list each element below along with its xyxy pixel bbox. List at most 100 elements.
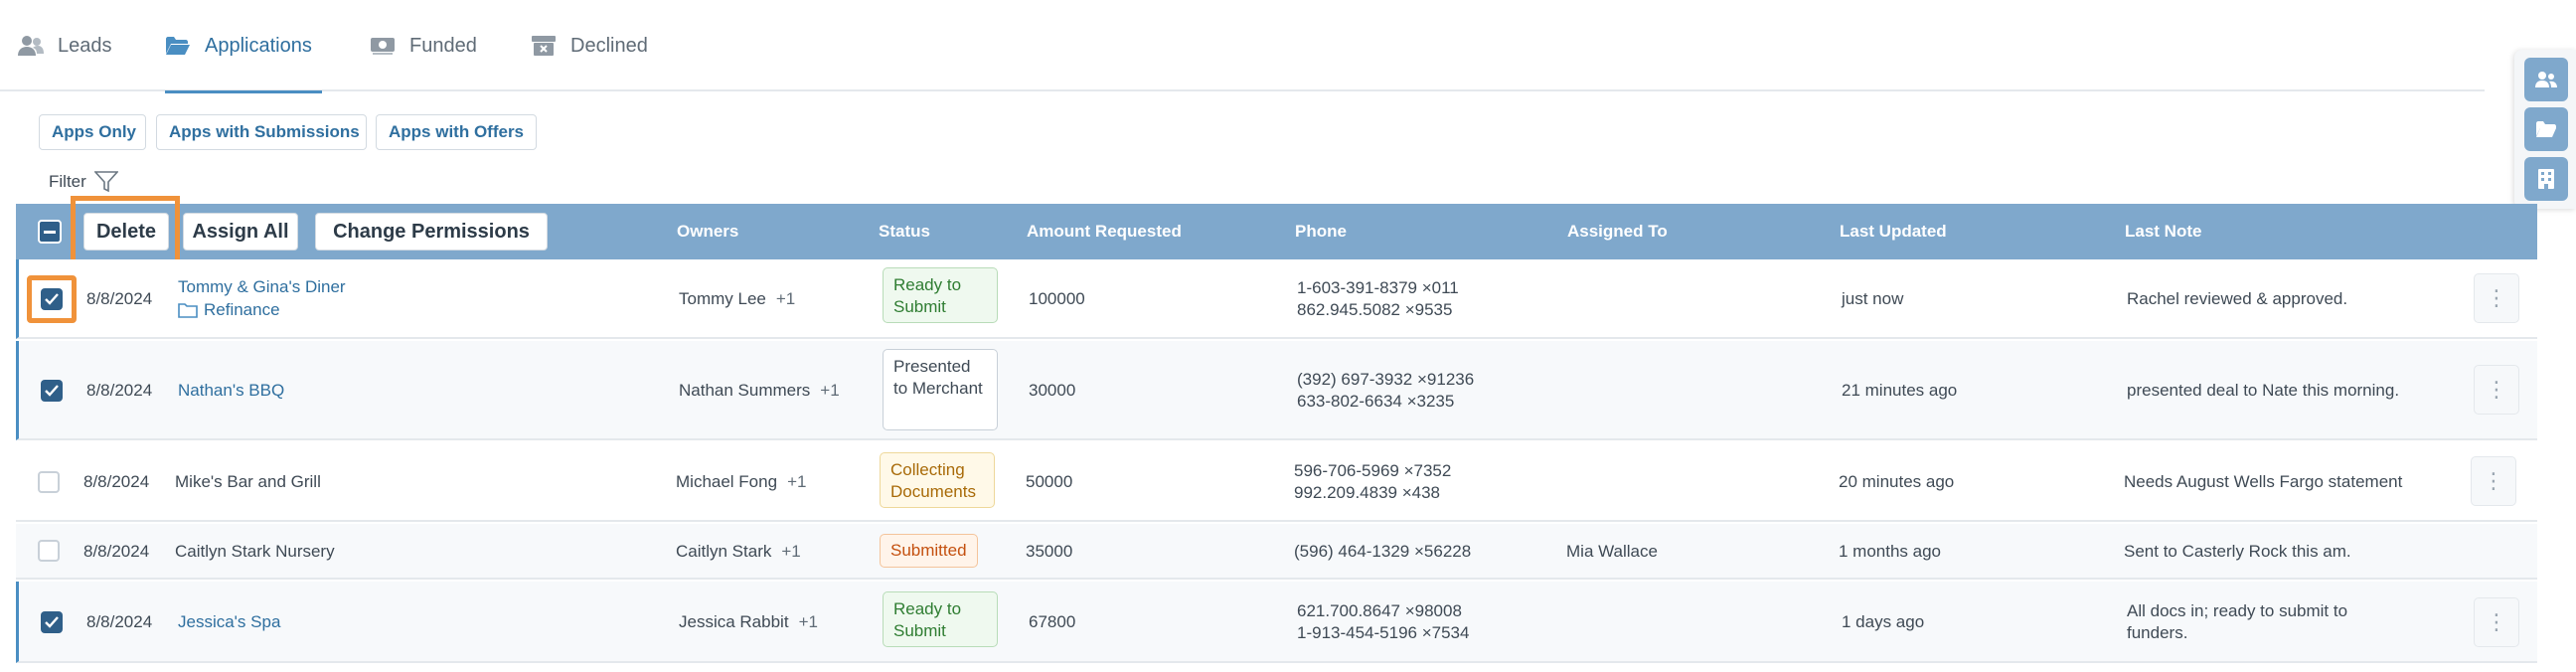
money-icon (371, 38, 395, 55)
row-owner: Jessica Rabbit +1 (679, 611, 818, 633)
table-row[interactable]: 8/8/2024 Mike's Bar and Grill Michael Fo… (16, 442, 2537, 522)
row-owner-extra[interactable]: +1 (781, 542, 800, 561)
row-owner: Tommy Lee +1 (679, 288, 795, 310)
row-owner-extra[interactable]: +1 (799, 612, 818, 631)
tab-leads[interactable]: Leads (18, 0, 112, 91)
row-checkbox[interactable] (38, 540, 60, 562)
row-app-type-link[interactable]: Refinance (178, 299, 280, 321)
column-amount-requested[interactable]: Amount Requested (1027, 204, 1182, 259)
row-owner: Michael Fong +1 (676, 471, 806, 493)
row-date: 8/8/2024 (86, 381, 153, 400)
row-owner-name: Nathan Summers (679, 381, 811, 400)
row-phone-2: 992.209.4839 ×438 (1294, 483, 1441, 502)
row-actions-button[interactable]: ⋮ (2474, 365, 2519, 415)
row-last-note: presented deal to Nate this morning. (2127, 381, 2400, 400)
row-owner: Nathan Summers +1 (679, 380, 840, 402)
vertical-ellipsis-icon: ⋮ (2486, 285, 2507, 310)
folder-icon (2536, 121, 2556, 137)
tab-bar: Leads Applications Funded Declined (0, 0, 2485, 93)
filter-label: Filter (49, 172, 86, 191)
row-owner: Caitlyn Stark +1 (676, 541, 801, 563)
tab-declined-label: Declined (570, 34, 648, 57)
row-date: 8/8/2024 (83, 542, 150, 561)
row-phone-2: 633-802-6634 ×3235 (1297, 392, 1455, 411)
column-last-note[interactable]: Last Note (2125, 204, 2201, 259)
filter-apps-only-button[interactable]: Apps Only (39, 114, 146, 150)
table-row[interactable]: 8/8/2024 Jessica's Spa Jessica Rabbit +1 … (16, 582, 2537, 663)
status-badge: Ready to Submit (883, 267, 998, 323)
column-owners[interactable]: Owners (677, 204, 738, 259)
column-phone[interactable]: Phone (1295, 204, 1347, 259)
row-amount: 67800 (1029, 612, 1076, 631)
row-last-updated: 1 months ago (1839, 542, 1942, 561)
archive-box-icon (532, 36, 556, 56)
status-badge: Collecting Documents (880, 452, 995, 508)
filter-apps-with-offers-button[interactable]: Apps with Offers (376, 114, 537, 150)
folder-outline-icon (178, 303, 198, 318)
row-owner-extra[interactable]: +1 (787, 472, 806, 491)
row-owner-name: Jessica Rabbit (679, 612, 789, 631)
quick-access-panel (2514, 50, 2576, 209)
row-business-name[interactable]: Caitlyn Stark Nursery (175, 541, 335, 563)
row-owner-name: Tommy Lee (679, 289, 766, 308)
row-actions-button[interactable]: ⋮ (2474, 597, 2519, 647)
row-last-updated: 21 minutes ago (1842, 381, 1958, 400)
row-actions-button[interactable]: ⋮ (2474, 273, 2519, 323)
row-actions-button[interactable]: ⋮ (2471, 456, 2516, 506)
column-status[interactable]: Status (879, 204, 930, 259)
row-checkbox[interactable] (38, 471, 60, 493)
column-last-updated[interactable]: Last Updated (1840, 204, 1947, 259)
vertical-ellipsis-icon: ⋮ (2483, 468, 2504, 493)
row-business-name[interactable]: Nathan's BBQ (178, 380, 284, 402)
row-date: 8/8/2024 (86, 289, 153, 308)
folder-button[interactable] (2524, 107, 2568, 151)
row-phone-2: 862.945.5082 ×9535 (1297, 300, 1453, 319)
row-business-name[interactable]: Mike's Bar and Grill (175, 471, 321, 493)
row-phone-1: 1-603-391-8379 ×011 (1297, 278, 1459, 297)
row-amount: 100000 (1029, 289, 1085, 308)
change-permissions-button[interactable]: Change Permissions (315, 213, 548, 251)
tab-funded-label: Funded (409, 34, 477, 57)
check-icon (45, 616, 59, 628)
building-button[interactable] (2524, 157, 2568, 201)
contacts-button[interactable] (2524, 58, 2568, 101)
column-assigned-to[interactable]: Assigned To (1567, 204, 1668, 259)
row-phone-1: (596) 464-1329 ×56228 (1294, 542, 1472, 561)
table-header: Delete Assign All Change Permissions Own… (16, 196, 2537, 266)
tab-funded[interactable]: Funded (370, 0, 477, 91)
tab-applications-label: Applications (205, 34, 312, 57)
select-all-checkbox[interactable] (38, 220, 62, 244)
tab-applications[interactable]: Applications (165, 0, 322, 93)
folder-open-icon (166, 37, 190, 55)
table-row[interactable]: 8/8/2024 Tommy & Gina's Diner Refinance … (16, 259, 2537, 339)
row-last-note: Rachel reviewed & approved. (2127, 289, 2348, 308)
row-business-name[interactable]: Jessica's Spa (178, 611, 280, 633)
tab-leads-label: Leads (58, 34, 112, 57)
row-phone-1: 621.700.8647 ×98008 (1297, 601, 1462, 620)
table-row[interactable]: 8/8/2024 Nathan's BBQ Nathan Summers +1 P… (16, 341, 2537, 440)
row-phone-2: 1-913-454-5196 ×7534 (1297, 623, 1470, 642)
assign-all-button[interactable]: Assign All (183, 213, 298, 251)
filter-toggle[interactable]: Filter (49, 169, 118, 195)
contacts-icon (2535, 72, 2557, 87)
status-badge: Presented to Merchant (883, 349, 998, 430)
table-row[interactable]: 8/8/2024 Caitlyn Stark Nursery Caitlyn S… (16, 524, 2537, 580)
row-owner-name: Michael Fong (676, 472, 778, 491)
row-phone-1: 596-706-5969 ×7352 (1294, 461, 1452, 480)
row-owner-extra[interactable]: +1 (820, 381, 839, 400)
row-last-updated: just now (1842, 289, 1904, 308)
vertical-ellipsis-icon: ⋮ (2486, 377, 2507, 402)
row-amount: 30000 (1029, 381, 1076, 400)
row-business-name[interactable]: Tommy & Gina's Diner (178, 276, 346, 298)
row-checkbox[interactable] (41, 611, 63, 633)
row-assigned-to: Mia Wallace (1566, 542, 1658, 561)
row-amount: 35000 (1026, 542, 1073, 561)
tab-declined[interactable]: Declined (531, 0, 648, 91)
row-phone-1: (392) 697-3932 ×91236 (1297, 370, 1475, 389)
row-last-updated: 20 minutes ago (1839, 472, 1955, 491)
row-last-updated: 1 days ago (1842, 612, 1925, 631)
row-owner-extra[interactable]: +1 (776, 289, 795, 308)
row-checkbox[interactable] (41, 380, 63, 402)
filter-apps-with-submissions-button[interactable]: Apps with Submissions (156, 114, 367, 150)
users-icon (18, 36, 44, 56)
